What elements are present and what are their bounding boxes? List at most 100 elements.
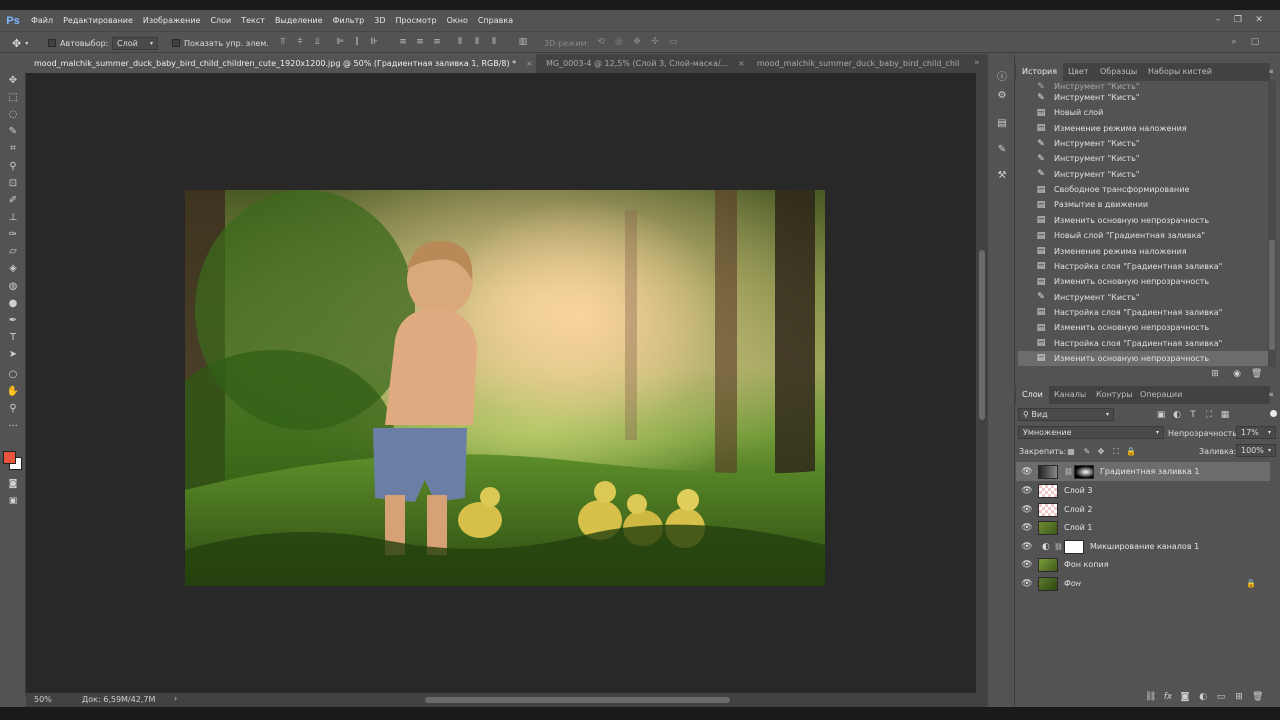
workspace-icon[interactable]: ▢ bbox=[1250, 37, 1260, 47]
hand-tool-icon[interactable]: ✋ bbox=[4, 384, 22, 400]
tab-layers[interactable]: Слои bbox=[1016, 386, 1049, 404]
crop-tool-icon[interactable]: ⌗ bbox=[4, 141, 22, 157]
stamp-tool-icon[interactable]: ⊥ bbox=[4, 210, 22, 226]
visibility-eye-icon[interactable]: 👁 bbox=[1020, 579, 1034, 589]
link-chain-icon[interactable]: ⛓ bbox=[1064, 468, 1073, 476]
history-source-box[interactable] bbox=[1018, 216, 1026, 224]
layer-name[interactable]: Микширование каналов 1 bbox=[1090, 542, 1199, 551]
menu-text[interactable]: Текст bbox=[236, 10, 270, 31]
layer-row[interactable]: 👁 Слой 3 bbox=[1016, 481, 1270, 500]
close-tab-icon[interactable]: × bbox=[526, 54, 533, 73]
layer-style-icon[interactable]: fx bbox=[1163, 692, 1173, 702]
history-source-box[interactable] bbox=[1018, 155, 1026, 163]
history-item[interactable]: ▤ Настройка слоя "Градиентная заливка" bbox=[1018, 259, 1268, 274]
history-source-box[interactable] bbox=[1018, 278, 1026, 286]
more-tools-icon[interactable]: ··· bbox=[4, 419, 22, 435]
libraries-icon[interactable]: ▤ bbox=[995, 117, 1009, 131]
filter-pixel-icon[interactable]: ▣ bbox=[1156, 410, 1166, 420]
tab-history[interactable]: История bbox=[1016, 63, 1064, 81]
status-menu-arrow[interactable]: › bbox=[174, 694, 177, 703]
tab-actions[interactable]: Операции bbox=[1134, 386, 1188, 404]
new-layer-icon[interactable]: ⊞ bbox=[1234, 692, 1244, 702]
history-source-box[interactable] bbox=[1018, 232, 1026, 240]
history-source-box[interactable] bbox=[1018, 308, 1026, 316]
menu-edit[interactable]: Редактирование bbox=[58, 10, 138, 31]
pan-3d-icon[interactable]: ✥ bbox=[632, 37, 642, 47]
history-item[interactable]: ▤ Изменение режима наложения bbox=[1018, 121, 1268, 136]
link-layers-icon[interactable]: ⛓ bbox=[1145, 692, 1156, 702]
vertical-scroll-thumb[interactable] bbox=[979, 250, 985, 420]
lock-all-icon[interactable]: 🔒 bbox=[1126, 447, 1136, 457]
tab-document-1[interactable]: mood_malchik_summer_duck_baby_bird_child… bbox=[26, 54, 536, 73]
history-source-box[interactable] bbox=[1018, 170, 1026, 178]
tab-color[interactable]: Цвет bbox=[1062, 63, 1095, 81]
close-tab-icon[interactable]: × bbox=[738, 54, 745, 73]
layer-row[interactable]: 👁 Слой 2 bbox=[1016, 500, 1270, 519]
distribute-vcenter-icon[interactable]: ≡ bbox=[415, 37, 425, 47]
history-item[interactable]: ✎ Инструмент "Кисть" bbox=[1018, 136, 1268, 151]
blend-mode-dropdown[interactable]: Умножение ▾ bbox=[1018, 426, 1164, 439]
frame-tool-icon[interactable]: ⊡ bbox=[4, 176, 22, 192]
align-top-icon[interactable]: ⫪ bbox=[278, 37, 288, 47]
history-item[interactable]: ▤ Свободное трансформирование bbox=[1018, 182, 1268, 197]
history-source-box[interactable] bbox=[1018, 339, 1026, 347]
history-source-box[interactable] bbox=[1018, 324, 1026, 332]
align-right-icon[interactable]: ⊪ bbox=[369, 37, 379, 47]
layer-name[interactable]: Слой 2 bbox=[1064, 505, 1092, 514]
history-brush-tool-icon[interactable]: ✑ bbox=[4, 227, 22, 243]
history-source-box[interactable] bbox=[1018, 124, 1026, 132]
eraser-tool-icon[interactable]: ▱ bbox=[4, 244, 22, 260]
menu-help[interactable]: Справка bbox=[473, 10, 518, 31]
layer-row[interactable]: 👁 Фон копия bbox=[1016, 555, 1270, 574]
visibility-eye-icon[interactable]: 👁 bbox=[1020, 523, 1034, 533]
filter-adjustment-icon[interactable]: ◐ bbox=[1172, 410, 1182, 420]
lock-pixels-icon[interactable]: ✎ bbox=[1082, 447, 1092, 457]
snapshot-icon[interactable]: ◉ bbox=[1232, 369, 1242, 379]
marquee-tool-icon[interactable]: ⬚ bbox=[4, 90, 22, 106]
visibility-eye-icon[interactable]: 👁 bbox=[1020, 560, 1034, 570]
layer-row[interactable]: 👁 Фон 🔒 bbox=[1016, 574, 1270, 593]
eyedropper-tool-icon[interactable]: ⚲ bbox=[4, 159, 22, 175]
align-vcenter-icon[interactable]: ⫩ bbox=[295, 37, 305, 47]
filter-type-icon[interactable]: T bbox=[1188, 410, 1198, 420]
layer-name[interactable]: Слой 1 bbox=[1064, 523, 1092, 532]
add-mask-icon[interactable]: ◙ bbox=[1180, 692, 1190, 702]
lock-position-icon[interactable]: ✥ bbox=[1096, 447, 1106, 457]
lock-artboard-icon[interactable]: ⛶ bbox=[1111, 447, 1121, 457]
menu-image[interactable]: Изображение bbox=[138, 10, 206, 31]
history-source-box[interactable] bbox=[1018, 201, 1026, 209]
layer-name[interactable]: Фон копия bbox=[1064, 560, 1109, 569]
ellipse-tool-icon[interactable]: ○ bbox=[4, 367, 22, 383]
minimize-button[interactable]: – bbox=[1207, 12, 1229, 28]
tab-document-3[interactable]: mood_malchik_summer_duck_baby_bird_child… bbox=[749, 54, 969, 73]
distribute-right-icon[interactable]: ⦀ bbox=[489, 37, 499, 47]
roll-3d-icon[interactable]: ◎ bbox=[614, 37, 624, 47]
history-source-box[interactable] bbox=[1018, 247, 1026, 255]
layer-mask-thumbnail[interactable] bbox=[1074, 464, 1094, 479]
lasso-tool-icon[interactable]: ◌ bbox=[4, 107, 22, 123]
distribute-top-icon[interactable]: ≡ bbox=[398, 37, 408, 47]
history-item[interactable]: ✎ Инструмент "Кисть" bbox=[1018, 90, 1268, 105]
tabs-overflow-icon[interactable]: » bbox=[974, 54, 980, 73]
fill-field[interactable]: 100% ▾ bbox=[1236, 444, 1276, 457]
show-controls-checkbox[interactable]: Показать упр. элем. bbox=[172, 32, 269, 54]
actions-icon[interactable]: ⚒ bbox=[995, 169, 1009, 183]
slide-3d-icon[interactable]: ✣ bbox=[650, 37, 660, 47]
restore-button[interactable]: ❐ bbox=[1227, 12, 1249, 28]
close-button[interactable]: ✕ bbox=[1248, 12, 1270, 28]
history-source-box[interactable] bbox=[1018, 140, 1026, 148]
foreground-color-swatch-front[interactable] bbox=[3, 451, 16, 464]
visibility-eye-icon[interactable]: 👁 bbox=[1020, 542, 1034, 552]
distribute-left-icon[interactable]: ⦀ bbox=[455, 37, 465, 47]
new-group-icon[interactable]: ▭ bbox=[1216, 692, 1226, 702]
tab-channels[interactable]: Каналы bbox=[1048, 386, 1092, 404]
menu-window[interactable]: Окно bbox=[442, 10, 473, 31]
history-source-box[interactable] bbox=[1018, 94, 1026, 102]
new-document-from-state-icon[interactable]: ⊞ bbox=[1210, 369, 1220, 379]
opacity-field[interactable]: 17% ▾ bbox=[1236, 426, 1276, 439]
history-item[interactable]: ▤ Изменить основную непрозрачность bbox=[1018, 350, 1268, 366]
align-bottom-icon[interactable]: ⫫ bbox=[312, 37, 322, 47]
history-source-box[interactable] bbox=[1018, 354, 1026, 362]
auto-align-icon[interactable]: ▥ bbox=[518, 37, 528, 47]
filter-smart-icon[interactable]: ▦ bbox=[1220, 410, 1230, 420]
